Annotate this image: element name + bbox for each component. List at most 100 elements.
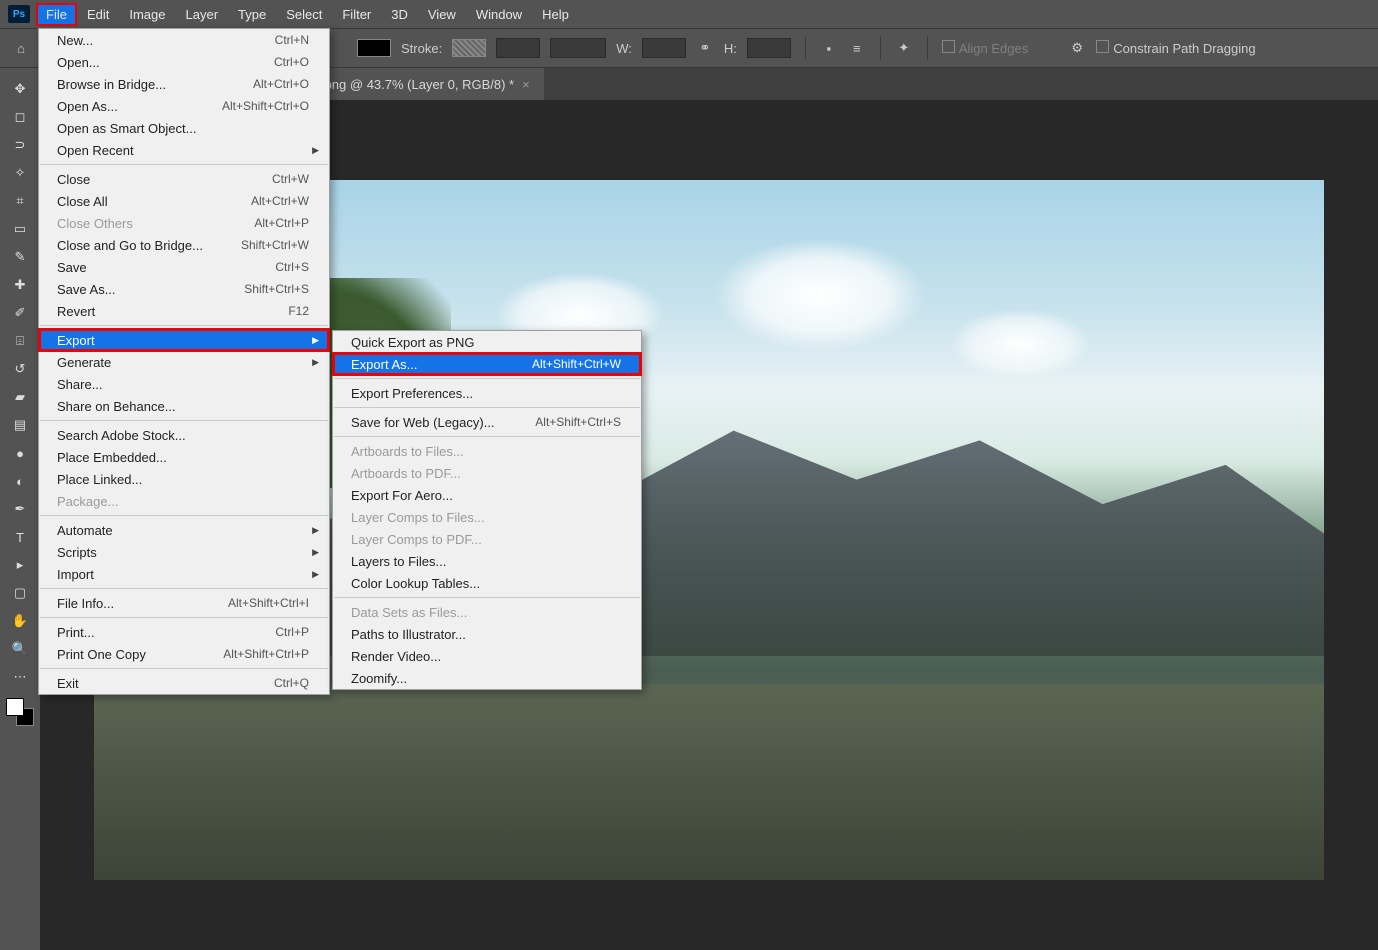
- export-menu-item-quick-export-as-png[interactable]: Quick Export as PNG: [333, 331, 641, 353]
- export-menu-item-zoomify[interactable]: Zoomify...: [333, 667, 641, 689]
- menu-select[interactable]: Select: [276, 3, 332, 26]
- file-menu-item-print-one-copy[interactable]: Print One CopyAlt+Shift+Ctrl+P: [39, 643, 329, 665]
- tool-clone[interactable]: ⌹: [4, 328, 36, 354]
- tool-gradient[interactable]: ▤: [4, 412, 36, 438]
- color-swatches[interactable]: [6, 698, 34, 726]
- tool-type[interactable]: T: [4, 524, 36, 550]
- file-menu-item-share-on-behance[interactable]: Share on Behance...: [39, 395, 329, 417]
- file-menu-item-file-info[interactable]: File Info...Alt+Shift+Ctrl+I: [39, 592, 329, 614]
- menu-edit[interactable]: Edit: [77, 3, 119, 26]
- stroke-width-input[interactable]: [496, 38, 540, 58]
- file-menu-item-open[interactable]: Open...Ctrl+O: [39, 51, 329, 73]
- tool-rectangle[interactable]: ▢: [4, 580, 36, 606]
- menu-help[interactable]: Help: [532, 3, 579, 26]
- pathops-icon[interactable]: ✦: [895, 39, 913, 57]
- export-menu-item-artboards-to-files: Artboards to Files...: [333, 440, 641, 462]
- file-menu-item-exit[interactable]: ExitCtrl+Q: [39, 672, 329, 694]
- tool-move[interactable]: ✥: [4, 76, 36, 102]
- file-menu-item-close-all[interactable]: Close AllAlt+Ctrl+W: [39, 190, 329, 212]
- tool-frame[interactable]: ▭: [4, 216, 36, 242]
- file-menu-item-save[interactable]: SaveCtrl+S: [39, 256, 329, 278]
- file-menu-item-search-adobe-stock[interactable]: Search Adobe Stock...: [39, 424, 329, 446]
- menu-view[interactable]: View: [418, 3, 466, 26]
- tool-eyedropper[interactable]: ✎: [4, 244, 36, 270]
- tool-lasso[interactable]: ⊃: [4, 132, 36, 158]
- tool-hand[interactable]: ✋: [4, 608, 36, 634]
- stroke-swatch[interactable]: [452, 39, 486, 57]
- export-menu-item-save-for-web-legacy[interactable]: Save for Web (Legacy)...Alt+Shift+Ctrl+S: [333, 411, 641, 433]
- tool-healing[interactable]: ✚: [4, 272, 36, 298]
- file-menu-item-automate[interactable]: Automate: [39, 519, 329, 541]
- file-menu-item-close-and-go-to-bridge[interactable]: Close and Go to Bridge...Shift+Ctrl+W: [39, 234, 329, 256]
- stroke-style-input[interactable]: [550, 38, 606, 58]
- align-edges-checkbox[interactable]: Align Edges: [942, 40, 1028, 56]
- fill-swatch[interactable]: [357, 39, 391, 57]
- width-input[interactable]: [642, 38, 686, 58]
- link-icon[interactable]: ⚭: [696, 39, 714, 57]
- file-menu-item-revert[interactable]: RevertF12: [39, 300, 329, 322]
- tool-dodge[interactable]: ◐: [4, 468, 36, 494]
- close-tab-icon[interactable]: ×: [522, 77, 530, 92]
- width-label: W:: [616, 41, 632, 56]
- export-submenu-dropdown: Quick Export as PNGExport As...Alt+Shift…: [332, 330, 642, 690]
- file-menu-item-close[interactable]: CloseCtrl+W: [39, 168, 329, 190]
- file-menu-item-place-embedded[interactable]: Place Embedded...: [39, 446, 329, 468]
- tool-path-select[interactable]: ▸: [4, 552, 36, 578]
- home-icon[interactable]: ⌂: [12, 39, 30, 57]
- arrange-icon[interactable]: ≡: [848, 39, 866, 57]
- file-menu-item-place-linked[interactable]: Place Linked...: [39, 468, 329, 490]
- tool-more[interactable]: ⋯: [4, 664, 36, 690]
- menubar: Ps FileEditImageLayerTypeSelectFilter3DV…: [0, 0, 1378, 28]
- menu-layer[interactable]: Layer: [176, 3, 229, 26]
- menu-type[interactable]: Type: [228, 3, 276, 26]
- tool-brush[interactable]: ✐: [4, 300, 36, 326]
- export-menu-item-export-as[interactable]: Export As...Alt+Shift+Ctrl+W: [333, 353, 641, 375]
- tool-blur[interactable]: ●: [4, 440, 36, 466]
- file-menu-item-generate[interactable]: Generate: [39, 351, 329, 373]
- file-menu-item-save-as[interactable]: Save As...Shift+Ctrl+S: [39, 278, 329, 300]
- export-menu-item-color-lookup-tables[interactable]: Color Lookup Tables...: [333, 572, 641, 594]
- tool-crop[interactable]: ⌗: [4, 188, 36, 214]
- menu-3d[interactable]: 3D: [381, 3, 418, 26]
- file-menu-item-close-others: Close OthersAlt+Ctrl+P: [39, 212, 329, 234]
- tool-history-brush[interactable]: ↺: [4, 356, 36, 382]
- export-menu-item-layer-comps-to-pdf: Layer Comps to PDF...: [333, 528, 641, 550]
- file-menu-item-scripts[interactable]: Scripts: [39, 541, 329, 563]
- menu-image[interactable]: Image: [119, 3, 175, 26]
- file-menu-item-import[interactable]: Import: [39, 563, 329, 585]
- tool-pen[interactable]: ✒: [4, 496, 36, 522]
- tool-eraser[interactable]: ▰: [4, 384, 36, 410]
- tool-marquee[interactable]: ◻: [4, 104, 36, 130]
- align-icon[interactable]: ▪: [820, 39, 838, 57]
- file-menu-item-share[interactable]: Share...: [39, 373, 329, 395]
- gear-icon[interactable]: ⚙: [1068, 39, 1086, 57]
- tools-panel: ✥◻⊃✧⌗▭✎✚✐⌹↺▰▤●◐✒T▸▢✋🔍⋯: [0, 68, 40, 950]
- file-menu-dropdown: New...Ctrl+NOpen...Ctrl+OBrowse in Bridg…: [38, 28, 330, 695]
- height-label: H:: [724, 41, 737, 56]
- file-menu-item-open-as-smart-object[interactable]: Open as Smart Object...: [39, 117, 329, 139]
- menu-file[interactable]: File: [36, 3, 77, 26]
- file-menu-item-export[interactable]: Export: [39, 329, 329, 351]
- file-menu-item-package: Package...: [39, 490, 329, 512]
- export-menu-item-artboards-to-pdf: Artboards to PDF...: [333, 462, 641, 484]
- export-menu-item-layers-to-files[interactable]: Layers to Files...: [333, 550, 641, 572]
- export-menu-item-data-sets-as-files: Data Sets as Files...: [333, 601, 641, 623]
- export-menu-item-paths-to-illustrator[interactable]: Paths to Illustrator...: [333, 623, 641, 645]
- file-menu-item-open-recent[interactable]: Open Recent: [39, 139, 329, 161]
- stroke-label: Stroke:: [401, 41, 442, 56]
- tool-quick-select[interactable]: ✧: [4, 160, 36, 186]
- file-menu-item-browse-in-bridge[interactable]: Browse in Bridge...Alt+Ctrl+O: [39, 73, 329, 95]
- export-menu-item-render-video[interactable]: Render Video...: [333, 645, 641, 667]
- export-menu-item-export-preferences[interactable]: Export Preferences...: [333, 382, 641, 404]
- menu-window[interactable]: Window: [466, 3, 532, 26]
- height-input[interactable]: [747, 38, 791, 58]
- app-icon: Ps: [8, 5, 30, 23]
- constrain-checkbox[interactable]: Constrain Path Dragging: [1096, 40, 1255, 56]
- tool-zoom[interactable]: 🔍: [4, 636, 36, 662]
- export-menu-item-export-for-aero[interactable]: Export For Aero...: [333, 484, 641, 506]
- menu-filter[interactable]: Filter: [332, 3, 381, 26]
- export-menu-item-layer-comps-to-files: Layer Comps to Files...: [333, 506, 641, 528]
- file-menu-item-new[interactable]: New...Ctrl+N: [39, 29, 329, 51]
- file-menu-item-print[interactable]: Print...Ctrl+P: [39, 621, 329, 643]
- file-menu-item-open-as[interactable]: Open As...Alt+Shift+Ctrl+O: [39, 95, 329, 117]
